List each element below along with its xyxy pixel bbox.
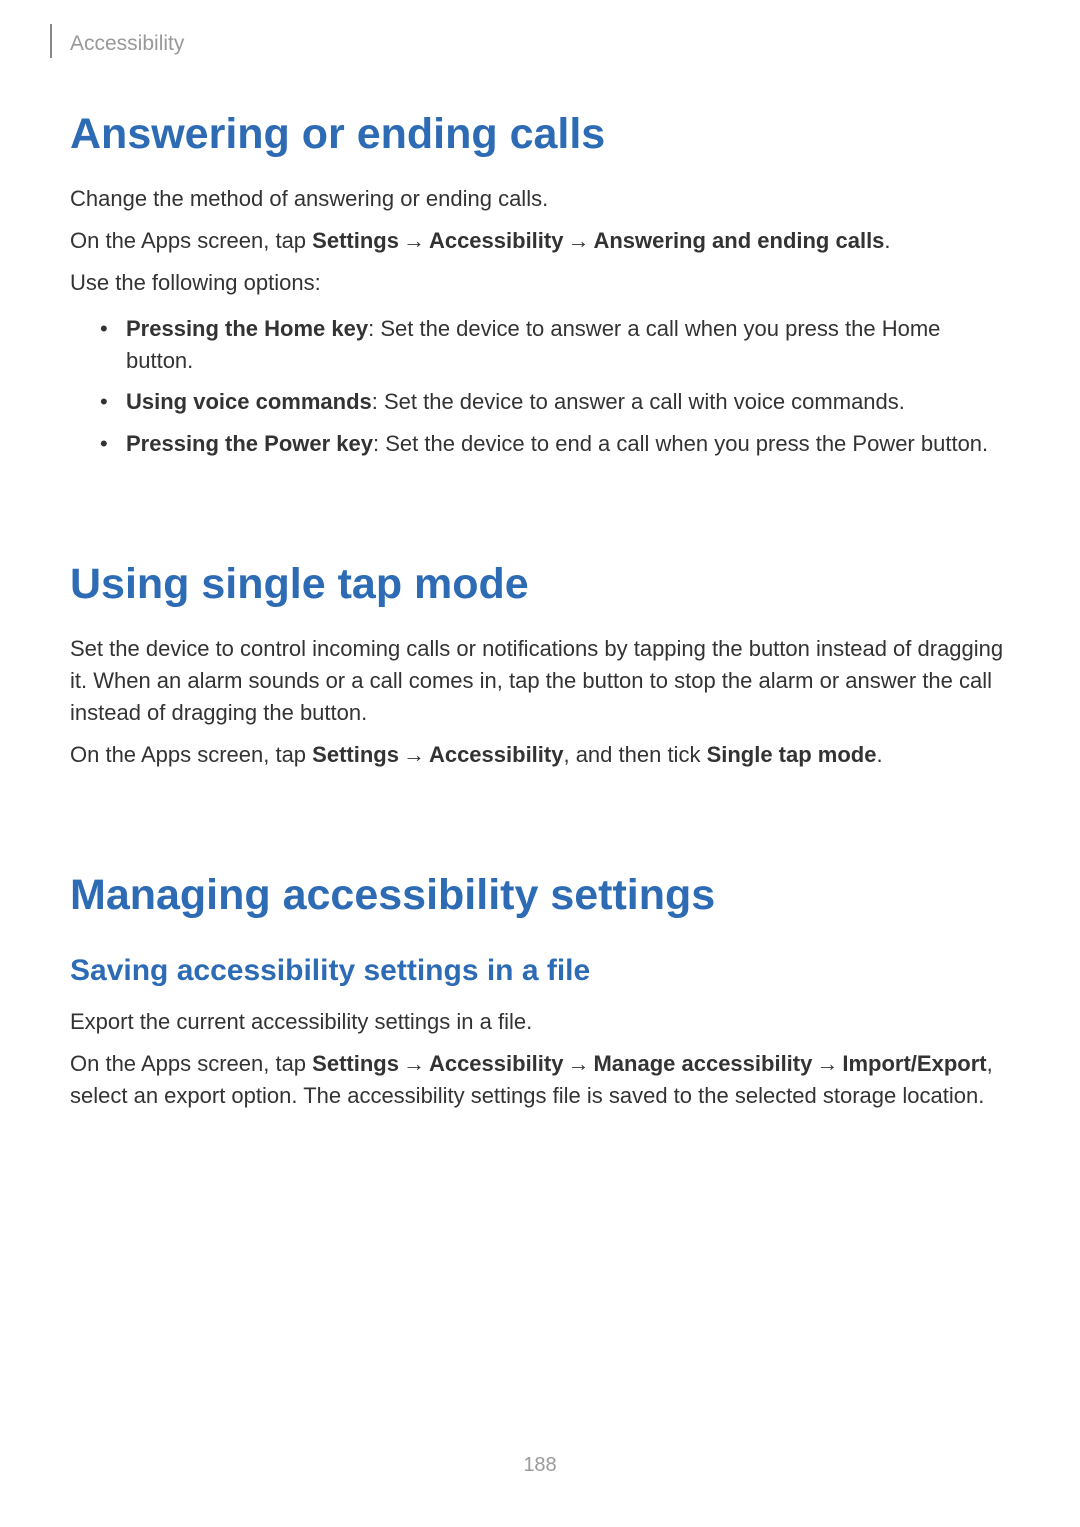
text: , and then tick — [563, 742, 706, 767]
arrow-icon: → — [403, 225, 425, 257]
settings-label: Settings — [312, 742, 399, 767]
managing-intro: Export the current accessibility setting… — [70, 1006, 1010, 1038]
page-number: 188 — [0, 1454, 1080, 1477]
list-item: Pressing the Home key: Set the device to… — [70, 313, 1010, 377]
subheading-saving: Saving accessibility settings in a file — [70, 954, 1010, 988]
import-export-label: Import/Export — [842, 1051, 986, 1076]
target-label: Answering and ending calls — [593, 228, 884, 253]
option-title: Pressing the Power key — [126, 431, 373, 456]
answering-instruction: On the Apps screen, tap Settings→Accessi… — [70, 225, 1010, 257]
managing-instruction: On the Apps screen, tap Settings→Accessi… — [70, 1048, 1010, 1112]
breadcrumb: Accessibility — [70, 32, 184, 56]
option-title: Pressing the Home key — [126, 316, 368, 341]
accessibility-label: Accessibility — [429, 1051, 564, 1076]
target-label: Single tap mode — [707, 742, 877, 767]
settings-label: Settings — [312, 228, 399, 253]
arrow-icon: → — [816, 1048, 838, 1080]
text: . — [884, 228, 890, 253]
single-tap-intro: Set the device to control incoming calls… — [70, 633, 1010, 729]
single-tap-instruction: On the Apps screen, tap Settings→Accessi… — [70, 739, 1010, 771]
page-content: Answering or ending calls Change the met… — [70, 110, 1010, 1111]
heading-managing: Managing accessibility settings — [70, 871, 1010, 920]
manage-label: Manage accessibility — [593, 1051, 812, 1076]
arrow-icon: → — [567, 225, 589, 257]
option-text: : Set the device to answer a call with v… — [372, 389, 905, 414]
option-text: : Set the device to end a call when you … — [373, 431, 988, 456]
option-title: Using voice commands — [126, 389, 372, 414]
answering-intro: Change the method of answering or ending… — [70, 183, 1010, 215]
list-item: Using voice commands: Set the device to … — [70, 386, 1010, 418]
arrow-icon: → — [403, 739, 425, 771]
heading-answering-calls: Answering or ending calls — [70, 110, 1010, 159]
arrow-icon: → — [403, 1048, 425, 1080]
accessibility-label: Accessibility — [429, 742, 564, 767]
list-item: Pressing the Power key: Set the device t… — [70, 428, 1010, 460]
settings-label: Settings — [312, 1051, 399, 1076]
options-list: Pressing the Home key : Set the device to… — [70, 313, 1010, 461]
header-divider — [50, 24, 52, 58]
options-intro: Use the following options: — [70, 267, 1010, 299]
text: On the Apps screen, tap — [70, 1051, 312, 1076]
text: On the Apps screen, tap — [70, 228, 312, 253]
heading-single-tap: Using single tap mode — [70, 560, 1010, 609]
accessibility-label: Accessibility — [429, 228, 564, 253]
text: On the Apps screen, tap — [70, 742, 312, 767]
arrow-icon: → — [567, 1048, 589, 1080]
text: . — [876, 742, 882, 767]
